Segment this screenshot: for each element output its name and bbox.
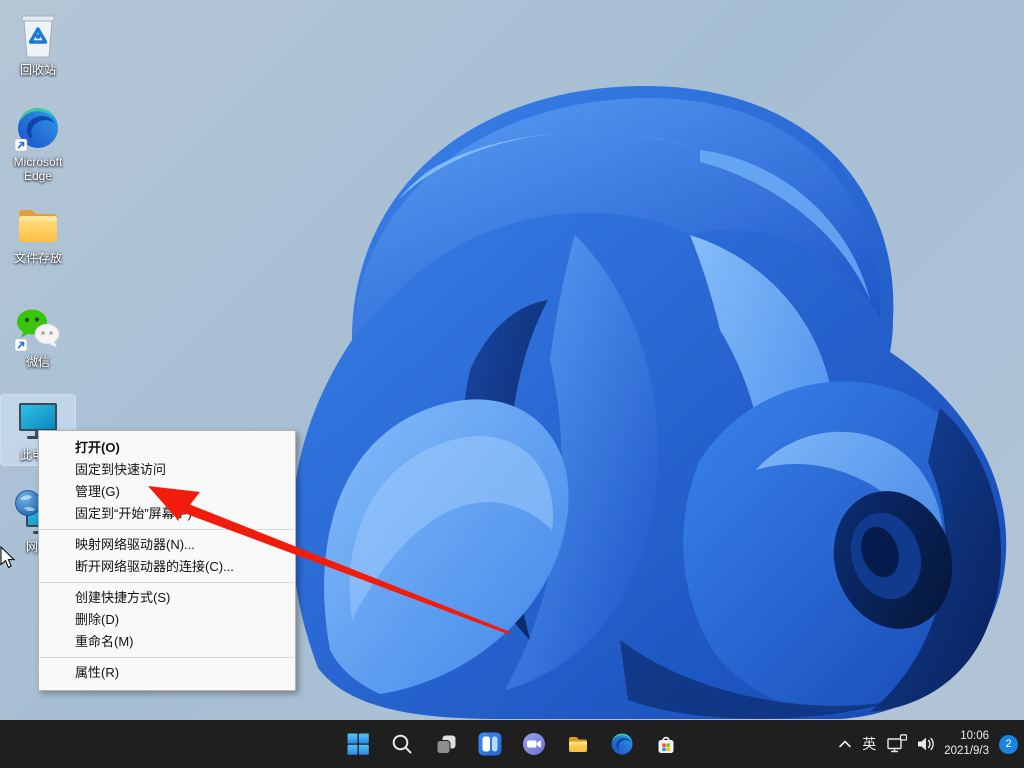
edge-icon [610, 732, 634, 756]
file-explorer-icon [566, 732, 590, 756]
menu-separator [41, 582, 293, 583]
menu-item-open[interactable]: 打开(O) [39, 437, 295, 459]
task-view-icon [434, 732, 458, 756]
menu-item-create-shortcut[interactable]: 创建快捷方式(S) [39, 587, 295, 609]
folder-icon [14, 204, 62, 248]
desktop-icon-file-folder[interactable]: 文件存放 [1, 200, 75, 268]
clock-date: 2021/9/3 [944, 744, 989, 759]
clock-time: 10:06 [944, 729, 989, 744]
menu-item-delete[interactable]: 删除(D) [39, 609, 295, 631]
icon-label: 回收站 [20, 63, 56, 77]
desktop-icon-recycle-bin[interactable]: 回收站 [1, 6, 75, 80]
windows-start-icon [346, 732, 370, 756]
widgets-icon [478, 732, 502, 756]
volume-icon[interactable] [916, 735, 936, 753]
shortcut-arrow-icon [15, 139, 27, 151]
icon-label: Microsoft Edge [3, 155, 73, 183]
network-status-icon[interactable] [886, 734, 908, 754]
chat-icon [522, 732, 546, 756]
wechat-icon [14, 304, 62, 352]
menu-item-rename[interactable]: 重命名(M) [39, 631, 295, 653]
context-menu: 打开(O) 固定到快速访问 管理(G) 固定到“开始”屏幕(P) 映射网络驱动器… [38, 430, 296, 691]
shortcut-arrow-icon [15, 339, 27, 351]
mouse-cursor [0, 546, 16, 570]
menu-item-pin-to-start[interactable]: 固定到“开始”屏幕(P) [39, 503, 295, 525]
menu-item-map-network-drive[interactable]: 映射网络驱动器(N)... [39, 534, 295, 556]
taskbar: 英 10:06 2021/9/3 2 [0, 720, 1024, 768]
icon-label: 文件存放 [14, 251, 62, 265]
search-button[interactable] [382, 724, 422, 764]
menu-separator [41, 529, 293, 530]
desktop-icon-edge[interactable]: Microsoft Edge [1, 100, 75, 186]
task-view-button[interactable] [426, 724, 466, 764]
chat-button[interactable] [514, 724, 554, 764]
tray-chevron-up-icon[interactable] [838, 738, 852, 750]
menu-item-manage[interactable]: 管理(G) [39, 481, 295, 503]
desktop: 回收站 Microsoft Edge [0, 0, 1024, 768]
taskbar-clock[interactable]: 10:06 2021/9/3 [944, 729, 989, 759]
store-icon [654, 732, 678, 756]
edge-icon [14, 104, 62, 152]
desktop-icon-wechat[interactable]: 微信 [1, 300, 75, 372]
system-tray: 英 10:06 2021/9/3 2 [838, 720, 1018, 768]
start-button[interactable] [338, 724, 378, 764]
icon-label: 微信 [26, 355, 50, 369]
notification-badge[interactable]: 2 [999, 735, 1018, 754]
menu-item-disconnect-network-drive[interactable]: 断开网络驱动器的连接(C)... [39, 556, 295, 578]
search-icon [390, 732, 414, 756]
widgets-button[interactable] [470, 724, 510, 764]
ime-indicator[interactable]: 英 [860, 734, 878, 754]
store-button[interactable] [646, 724, 686, 764]
recycle-bin-icon [14, 10, 62, 60]
menu-item-pin-quick-access[interactable]: 固定到快速访问 [39, 459, 295, 481]
menu-separator [41, 657, 293, 658]
menu-item-properties[interactable]: 属性(R) [39, 662, 295, 684]
edge-button[interactable] [602, 724, 642, 764]
file-explorer-button[interactable] [558, 724, 598, 764]
